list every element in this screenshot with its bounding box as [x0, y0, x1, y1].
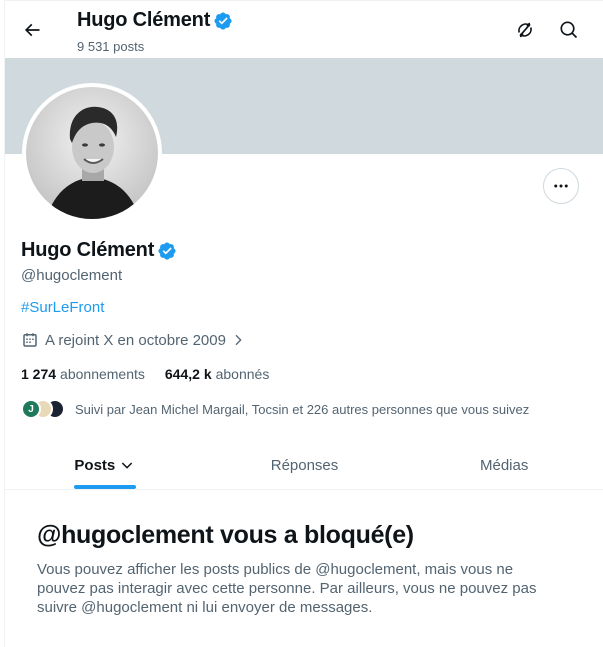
joined-text: A rejoint X en octobre 2009 — [45, 331, 226, 349]
avatar-photo — [26, 87, 158, 219]
header-name: Hugo Clément — [77, 9, 211, 31]
more-options-button[interactable] — [543, 168, 579, 204]
verified-badge-icon[interactable] — [157, 241, 177, 261]
profile-handle: @hugoclement — [21, 267, 123, 284]
more-horizontal-icon — [554, 184, 568, 188]
profile-avatar[interactable] — [22, 83, 162, 223]
followed-by-row[interactable]: J Suivi par Jean Michel Margail, Tocsin … — [21, 397, 529, 421]
profile-name-text: Hugo Clément — [21, 239, 155, 261]
back-button[interactable] — [17, 15, 47, 45]
chevron-right-icon — [235, 334, 242, 346]
followed-by-text: Suivi par Jean Michel Margail, Tocsin et… — [75, 401, 530, 417]
verified-badge-icon — [214, 11, 232, 30]
arrow-left-icon — [24, 23, 40, 37]
tab-media-label: Médias — [480, 456, 529, 474]
following-label: abonnements — [60, 366, 145, 382]
followers-label: abonnés — [215, 366, 270, 382]
following-count: 1 274 — [21, 366, 57, 382]
followed-by-avatar: J — [21, 399, 41, 419]
profile-page: Hugo Clément 9 531 posts Hugo Clément @h… — [4, 0, 603, 647]
blocked-body: Vous pouvez afficher les posts publics d… — [37, 561, 537, 616]
tab-posts[interactable]: Posts — [5, 441, 205, 489]
search-button[interactable] — [555, 16, 583, 44]
followers-link[interactable]: 644,2 k abonnés — [165, 366, 269, 382]
profile-name: Hugo Clément — [21, 239, 177, 262]
active-tab-indicator — [73, 485, 136, 489]
avatar-initial: J — [28, 403, 34, 415]
followers-count: 644,2 k — [164, 366, 212, 382]
tab-posts-label: Posts — [74, 456, 116, 474]
joined-date[interactable]: A rejoint X en octobre 2009 — [21, 331, 246, 349]
translate-button[interactable] — [511, 16, 539, 44]
blocked-notice: @hugoclement vous a bloqué(e) Vous pouve… — [37, 521, 557, 617]
search-icon — [560, 21, 578, 39]
follow-stats: 1 274 abonnements 644,2 k abonnés — [21, 366, 269, 382]
blocked-title: @hugoclement vous a bloqué(e) — [37, 521, 414, 549]
profile-tabs: Posts Réponses Médias — [5, 441, 603, 490]
bio-hashtag-link[interactable]: #SurLeFront — [21, 299, 104, 316]
tab-media[interactable]: Médias — [404, 441, 603, 489]
top-bar: Hugo Clément 9 531 posts — [5, 1, 603, 58]
tab-replies[interactable]: Réponses — [205, 441, 405, 489]
translate-icon — [518, 22, 532, 38]
calendar-icon — [23, 333, 37, 347]
header-posts-count: 9 531 posts — [77, 39, 145, 54]
chevron-down-icon — [122, 462, 133, 469]
header-title: Hugo Clément — [77, 9, 233, 32]
following-link[interactable]: 1 274 abonnements — [21, 366, 145, 382]
tab-replies-label: Réponses — [270, 456, 339, 474]
